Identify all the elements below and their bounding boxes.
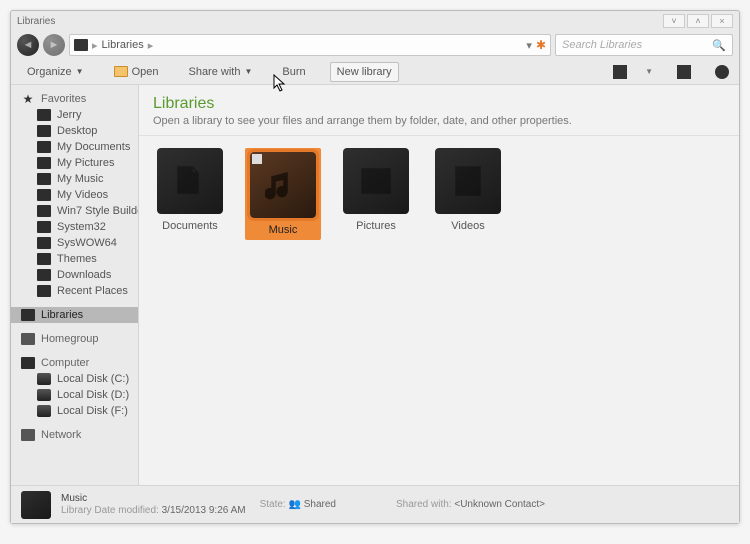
page-title: Libraries xyxy=(153,95,725,113)
status-thumbnail xyxy=(21,491,51,519)
address-bar[interactable]: ▸ Libraries ▸ ▾ ✱ xyxy=(69,34,551,56)
back-button[interactable]: ◄ xyxy=(17,34,39,56)
sidebar-item-win7-style-builde[interactable]: Win7 Style Builde xyxy=(11,203,138,219)
library-item-label: Documents xyxy=(162,220,218,232)
new-library-button[interactable]: New library xyxy=(330,62,399,82)
drive-icon xyxy=(37,389,51,401)
page-subtitle: Open a library to see your files and arr… xyxy=(153,115,725,127)
status-bar: Music Library Date modified: 3/15/2013 9… xyxy=(11,485,739,523)
folder-icon xyxy=(37,125,51,137)
maximize-button[interactable]: ˄ xyxy=(687,14,709,28)
breadcrumb[interactable]: Libraries xyxy=(102,39,144,51)
open-button[interactable]: Open xyxy=(108,63,165,81)
folder-icon xyxy=(37,205,51,217)
sidebar-item-my-pictures[interactable]: My Pictures xyxy=(11,155,138,171)
sidebar-item-my-videos[interactable]: My Videos xyxy=(11,187,138,203)
sidebar-item-downloads[interactable]: Downloads xyxy=(11,267,138,283)
folder-icon xyxy=(37,237,51,249)
sidebar-item-system32[interactable]: System32 xyxy=(11,219,138,235)
search-input[interactable]: Search Libraries 🔍 xyxy=(555,34,733,56)
library-item-label: Videos xyxy=(451,220,484,232)
folder-icon xyxy=(37,157,51,169)
open-icon xyxy=(114,66,128,77)
sidebar-item-my-documents[interactable]: My Documents xyxy=(11,139,138,155)
folder-icon xyxy=(37,189,51,201)
library-item-label: Music xyxy=(269,224,298,236)
drive-icon xyxy=(37,373,51,385)
share-menu[interactable]: Share with ▼ xyxy=(182,63,258,81)
sidebar-computer[interactable]: Computer xyxy=(11,355,138,371)
folder-icon xyxy=(37,141,51,153)
sidebar-item-local-disk-d-[interactable]: Local Disk (D:) xyxy=(11,387,138,403)
preview-pane-button[interactable] xyxy=(677,65,691,79)
favorite-star-icon[interactable]: ✱ xyxy=(536,38,546,52)
folder-icon xyxy=(37,253,51,265)
minimize-button[interactable]: ˅ xyxy=(663,14,685,28)
doc-icon xyxy=(157,148,223,214)
sidebar-item-recent-places[interactable]: Recent Places xyxy=(11,283,138,299)
sidebar-network[interactable]: Network xyxy=(11,427,138,443)
view-options-button[interactable] xyxy=(613,65,627,79)
library-item-videos[interactable]: Videos xyxy=(431,148,505,232)
folder-icon xyxy=(37,285,51,297)
close-button[interactable]: × xyxy=(711,14,733,28)
pic-icon xyxy=(343,148,409,214)
dropdown-icon[interactable]: ▾ xyxy=(526,39,532,52)
sidebar-item-jerry[interactable]: Jerry xyxy=(11,107,138,123)
drive-icon xyxy=(37,405,51,417)
status-name: Music xyxy=(61,493,87,504)
sidebar-item-my-music[interactable]: My Music xyxy=(11,171,138,187)
folder-icon xyxy=(37,269,51,281)
vid-icon xyxy=(435,148,501,214)
sidebar-homegroup[interactable]: Homegroup xyxy=(11,331,138,347)
search-icon: 🔍 xyxy=(712,39,726,52)
people-icon: 👥 xyxy=(289,499,301,510)
library-grid: Documents Music Pictures Videos xyxy=(139,136,739,485)
library-item-label: Pictures xyxy=(356,220,396,232)
sidebar-item-desktop[interactable]: Desktop xyxy=(11,123,138,139)
library-item-documents[interactable]: Documents xyxy=(153,148,227,232)
folder-icon xyxy=(37,221,51,233)
library-item-music[interactable]: Music xyxy=(245,148,321,240)
folder-icon xyxy=(74,39,88,51)
music-icon xyxy=(250,152,316,218)
window-title: Libraries xyxy=(17,16,661,27)
help-button[interactable] xyxy=(715,65,729,79)
folder-icon xyxy=(37,173,51,185)
library-item-pictures[interactable]: Pictures xyxy=(339,148,413,232)
sidebar-libraries[interactable]: Libraries xyxy=(11,307,138,323)
sidebar-favorites[interactable]: ★Favorites xyxy=(11,91,138,107)
sidebar-item-themes[interactable]: Themes xyxy=(11,251,138,267)
sidebar-item-local-disk-f-[interactable]: Local Disk (F:) xyxy=(11,403,138,419)
sidebar-item-local-disk-c-[interactable]: Local Disk (C:) xyxy=(11,371,138,387)
forward-button[interactable]: ► xyxy=(43,34,65,56)
sidebar: ★Favorites JerryDesktopMy DocumentsMy Pi… xyxy=(11,85,139,485)
folder-icon xyxy=(37,109,51,121)
sidebar-item-syswow64[interactable]: SysWOW64 xyxy=(11,235,138,251)
burn-button[interactable]: Burn xyxy=(276,63,311,81)
organize-menu[interactable]: Organize ▼ xyxy=(21,63,90,81)
